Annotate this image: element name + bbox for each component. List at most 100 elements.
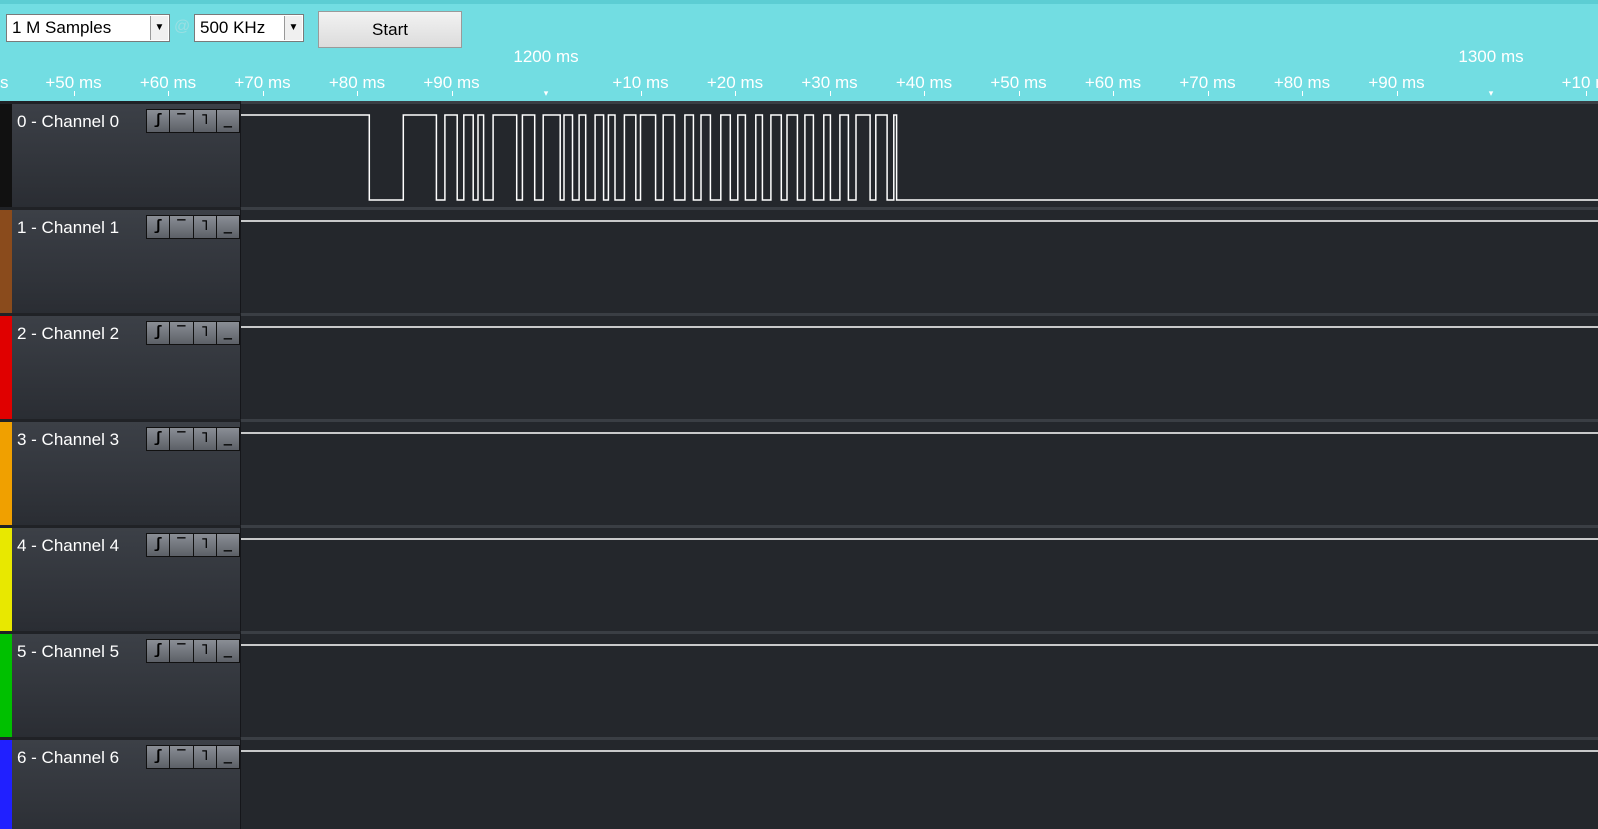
falling-edge-trigger-icon[interactable]: ˥ — [193, 216, 216, 238]
channel-trace-area[interactable] — [241, 101, 1598, 207]
timeline-tick-label: +60 ms — [139, 73, 197, 92]
channel-row: 6 - Channel 6 ʃ ‾ ˥ _ — [0, 737, 1598, 829]
start-button[interactable]: Start — [318, 11, 462, 48]
waveform-trace — [241, 114, 1598, 201]
low-trigger-icon[interactable]: _ — [216, 746, 239, 768]
channel-label-panel[interactable]: 4 - Channel 4 ʃ ‾ ˥ _ — [0, 525, 241, 631]
timeline-tick-mark — [1018, 91, 1020, 96]
timeline-tick-mark — [168, 91, 169, 96]
waveform-svg — [241, 326, 1598, 328]
timeline-tick-mark — [357, 91, 358, 96]
rising-edge-trigger-icon[interactable]: ʃ — [147, 216, 170, 238]
channel-trace-area[interactable] — [241, 737, 1598, 829]
channel-trace-area[interactable] — [241, 207, 1598, 313]
channel-label-panel[interactable]: 6 - Channel 6 ʃ ‾ ˥ _ — [0, 737, 241, 829]
high-trigger-icon[interactable]: ‾ — [170, 428, 193, 450]
waveform-svg — [241, 750, 1598, 752]
rising-edge-trigger-icon[interactable]: ʃ — [147, 428, 170, 450]
high-trigger-icon[interactable]: ‾ — [170, 534, 193, 556]
rising-edge-trigger-icon[interactable]: ʃ — [147, 746, 170, 768]
timeline-tick-mark — [1113, 91, 1114, 96]
channel-name: 0 - Channel 0 — [17, 112, 120, 131]
trigger-button-group: ʃ ‾ ˥ _ — [146, 533, 240, 557]
channel-row: 4 - Channel 4 ʃ ‾ ˥ _ — [0, 525, 1598, 631]
channel-color-swatch — [0, 422, 12, 525]
channel-label-panel[interactable]: 1 - Channel 1 ʃ ‾ ˥ _ — [0, 207, 241, 313]
timeline-tick-mark — [735, 91, 736, 96]
waveform-svg — [241, 432, 1598, 434]
timeline-tick-mark — [1396, 91, 1398, 96]
timeline-tick-label: +30 ms — [801, 73, 858, 92]
timeline-tick-label: +20 ms — [706, 73, 764, 92]
timeline-tick-label: +80 ms — [1273, 73, 1331, 92]
channel-name: 1 - Channel 1 — [17, 218, 120, 237]
toolbar-top-border — [0, 0, 1598, 4]
channel-trace-area[interactable] — [241, 419, 1598, 525]
timeline-left-edge-label: s — [0, 73, 9, 92]
trigger-button-group: ʃ ‾ ˥ _ — [146, 745, 240, 769]
trigger-button-group: ʃ ‾ ˥ _ — [146, 639, 240, 663]
low-trigger-icon[interactable]: _ — [216, 640, 239, 662]
channel-color-swatch — [0, 210, 12, 313]
rising-edge-trigger-icon[interactable]: ʃ — [147, 110, 170, 132]
timeline-tick-mark — [924, 91, 925, 96]
low-trigger-icon[interactable]: _ — [216, 534, 239, 556]
rising-edge-trigger-icon[interactable]: ʃ — [147, 640, 170, 662]
low-trigger-icon[interactable]: _ — [216, 216, 239, 238]
channel-trace-area[interactable] — [241, 525, 1598, 631]
high-trigger-icon[interactable]: ‾ — [170, 322, 193, 344]
channel-trace-area[interactable] — [241, 313, 1598, 419]
timeline-tick-mark — [1207, 91, 1209, 96]
low-trigger-icon[interactable]: _ — [216, 322, 239, 344]
trigger-button-group: ʃ ‾ ˥ _ — [146, 427, 240, 451]
high-trigger-icon[interactable]: ‾ — [170, 216, 193, 238]
timeline-tick-label: +10 m — [1561, 73, 1598, 92]
rising-edge-trigger-icon[interactable]: ʃ — [147, 534, 170, 556]
falling-edge-trigger-icon[interactable]: ˥ — [193, 534, 216, 556]
timeline-tick-label: +50 ms — [990, 73, 1047, 92]
falling-edge-trigger-icon[interactable]: ˥ — [193, 322, 216, 344]
channel-name: 5 - Channel 5 — [17, 642, 120, 661]
sample-count-select[interactable]: 1 M Samples ▼ — [6, 14, 170, 42]
trigger-button-group: ʃ ‾ ˥ _ — [146, 215, 240, 239]
rising-edge-trigger-icon[interactable]: ʃ — [147, 322, 170, 344]
channel-label-panel[interactable]: 2 - Channel 2 ʃ ‾ ˥ _ — [0, 313, 241, 419]
channel-trace-area[interactable] — [241, 631, 1598, 737]
channel-label-panel[interactable]: 3 - Channel 3 ʃ ‾ ˥ _ — [0, 419, 241, 525]
major-tick-arrow-icon: ▾ — [1488, 88, 1494, 98]
channel-name: 3 - Channel 3 — [17, 430, 120, 449]
channel-color-swatch — [0, 104, 12, 207]
falling-edge-trigger-icon[interactable]: ˥ — [193, 428, 216, 450]
channel-color-swatch — [0, 316, 12, 419]
timeline-tick-mark — [262, 91, 264, 96]
high-trigger-icon[interactable]: ‾ — [170, 746, 193, 768]
timeline-tick-label: +70 ms — [234, 73, 291, 92]
low-trigger-icon[interactable]: _ — [216, 428, 239, 450]
falling-edge-trigger-icon[interactable]: ˥ — [193, 640, 216, 662]
sample-rate-value: 500 KHz — [200, 18, 266, 37]
timeline-tick-label: +10 ms — [612, 73, 669, 92]
timeline-tick-label: +80 ms — [328, 73, 386, 92]
channel-color-swatch — [0, 634, 12, 737]
falling-edge-trigger-icon[interactable]: ˥ — [193, 110, 216, 132]
sample-rate-select[interactable]: 500 KHz ▼ — [194, 14, 304, 42]
channel-label-panel[interactable]: 5 - Channel 5 ʃ ‾ ˥ _ — [0, 631, 241, 737]
channel-name: 6 - Channel 6 — [17, 748, 120, 767]
channel-row: 2 - Channel 2 ʃ ‾ ˥ _ — [0, 313, 1598, 419]
falling-edge-trigger-icon[interactable]: ˥ — [193, 746, 216, 768]
channel-row: 5 - Channel 5 ʃ ‾ ˥ _ — [0, 631, 1598, 737]
channel-label-panel[interactable]: 0 - Channel 0 ʃ ‾ ˥ _ — [0, 101, 241, 207]
timeline-major-label: 1200 ms — [513, 47, 579, 66]
channel-color-swatch — [0, 740, 12, 829]
channel-name: 4 - Channel 4 — [17, 536, 120, 555]
trigger-button-group: ʃ ‾ ˥ _ — [146, 109, 240, 133]
low-trigger-icon[interactable]: _ — [216, 110, 239, 132]
high-trigger-icon[interactable]: ‾ — [170, 110, 193, 132]
chevron-down-icon[interactable]: ▼ — [150, 16, 168, 40]
waveform-svg — [241, 220, 1598, 222]
channel-row: 3 - Channel 3 ʃ ‾ ˥ _ — [0, 419, 1598, 525]
chevron-down-icon[interactable]: ▼ — [284, 16, 302, 40]
timeline-tick-mark — [829, 91, 831, 96]
sample-count-value: 1 M Samples — [12, 18, 112, 37]
high-trigger-icon[interactable]: ‾ — [170, 640, 193, 662]
